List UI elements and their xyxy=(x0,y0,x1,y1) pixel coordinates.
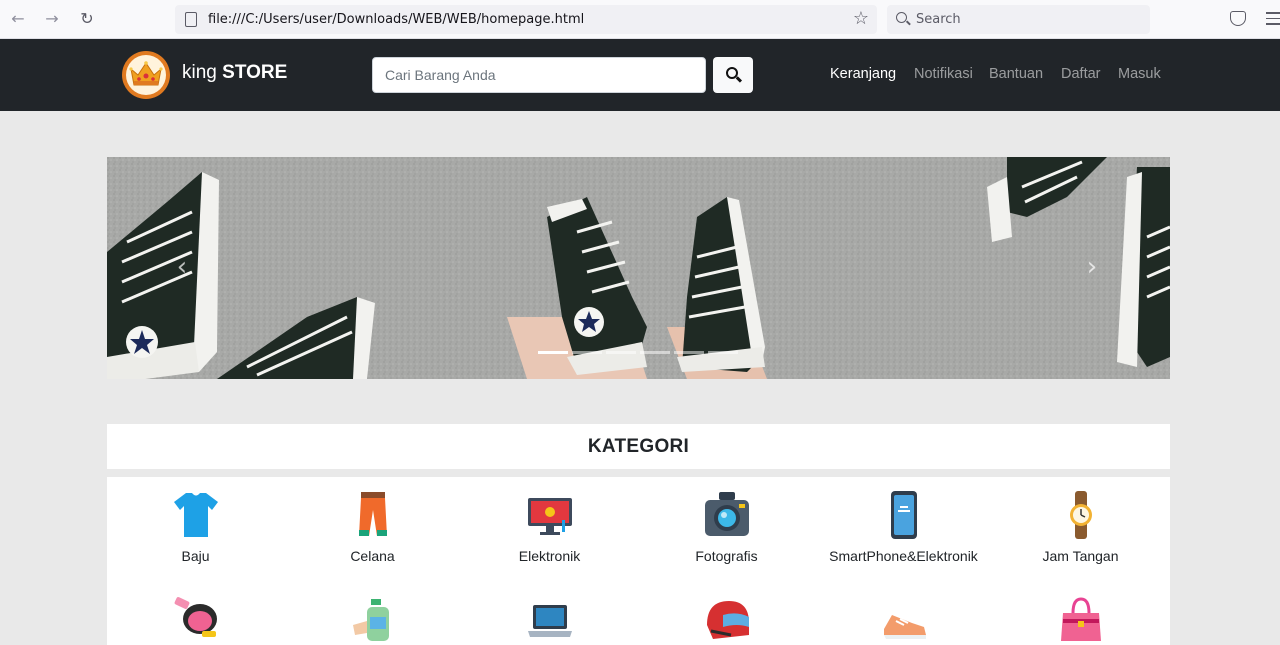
reload-icon[interactable]: ↻ xyxy=(77,9,97,29)
product-search-input[interactable] xyxy=(372,57,706,93)
hand-sanitizer-icon xyxy=(352,599,389,641)
category-tas[interactable] xyxy=(992,595,1169,645)
kategori-grid: Baju Celana Elektronik Fotografis SmartP… xyxy=(107,477,1170,645)
browser-search-placeholder: Search xyxy=(916,12,961,27)
handbag-icon xyxy=(1060,597,1101,641)
carousel-indicator[interactable] xyxy=(606,351,636,354)
bookmark-star-icon[interactable]: ☆ xyxy=(853,8,869,30)
carousel-indicator[interactable] xyxy=(572,351,602,354)
category-celana[interactable]: Celana xyxy=(284,490,461,564)
search-button[interactable] xyxy=(713,57,753,93)
category-komputer[interactable] xyxy=(461,595,638,645)
crown-icon xyxy=(129,61,163,86)
camera-icon xyxy=(704,492,749,536)
wristwatch-icon xyxy=(1069,491,1092,539)
brand-name[interactable]: king STORE xyxy=(182,62,287,84)
category-label: Fotografis xyxy=(695,548,758,564)
category-label: Elektronik xyxy=(518,548,581,564)
carousel-indicator[interactable] xyxy=(538,351,568,354)
category-jam-tangan[interactable]: Jam Tangan xyxy=(992,490,1169,564)
carousel-next-icon[interactable]: › xyxy=(1077,252,1107,282)
search-icon xyxy=(896,12,907,23)
category-label: Celana xyxy=(350,548,395,564)
nav-masuk[interactable]: Masuk xyxy=(1118,66,1161,82)
category-fotografis[interactable]: Fotografis xyxy=(638,490,815,564)
category-label: SmartPhone&Elektronik xyxy=(829,548,978,564)
category-sepatu[interactable] xyxy=(815,595,992,645)
category-baju[interactable]: Baju xyxy=(107,490,284,564)
search-icon xyxy=(726,67,738,79)
category-smartphone[interactable]: SmartPhone&Elektronik xyxy=(815,490,992,564)
address-text: file:///C:/Users/user/Downloads/WEB/WEB/… xyxy=(208,12,585,27)
kategori-title: KATEGORI xyxy=(587,436,690,457)
makeup-compact-icon xyxy=(174,597,217,637)
hamburger-menu-icon[interactable] xyxy=(1266,12,1280,29)
category-kosmetik[interactable] xyxy=(107,595,284,645)
page-icon xyxy=(185,12,197,27)
forward-arrow-icon[interactable]: → xyxy=(42,9,62,29)
category-label: Jam Tangan xyxy=(1042,548,1119,564)
pocket-icon[interactable] xyxy=(1230,11,1246,26)
helmet-icon xyxy=(706,601,749,639)
carousel-indicator[interactable] xyxy=(674,351,704,354)
monitor-icon xyxy=(527,498,572,535)
site-header: king STORE Keranjang Notifikasi Bantuan … xyxy=(0,39,1280,111)
laptop-icon xyxy=(527,605,572,637)
browser-search-bar[interactable]: Search xyxy=(887,5,1150,34)
carousel-prev-icon[interactable]: ‹ xyxy=(167,252,197,282)
carousel-indicators xyxy=(538,351,738,354)
category-label: Baju xyxy=(181,548,210,564)
nav-daftar[interactable]: Daftar xyxy=(1061,66,1101,82)
carousel-indicator[interactable] xyxy=(708,351,738,354)
logo[interactable] xyxy=(122,51,170,99)
browser-toolbar: ← → ↻ file:///C:/Users/user/Downloads/WE… xyxy=(0,0,1280,39)
carousel-indicator[interactable] xyxy=(640,351,670,354)
category-kesehatan[interactable] xyxy=(284,595,461,645)
sneakers-banner-image xyxy=(107,157,1170,379)
smartphone-icon xyxy=(890,491,917,539)
brand-bold: STORE xyxy=(222,62,288,83)
hero-carousel[interactable]: ‹ › xyxy=(107,157,1170,379)
nav-bantuan[interactable]: Bantuan xyxy=(989,66,1043,82)
category-otomotif[interactable] xyxy=(638,595,815,645)
nav-notifikasi[interactable]: Notifikasi xyxy=(914,66,973,82)
nav-keranjang[interactable]: Keranjang xyxy=(830,66,896,82)
back-arrow-icon[interactable]: ← xyxy=(8,9,28,29)
trousers-icon xyxy=(358,492,387,536)
address-bar[interactable]: file:///C:/Users/user/Downloads/WEB/WEB/… xyxy=(175,5,877,34)
sneaker-icon xyxy=(883,615,926,639)
category-elektronik[interactable]: Elektronik xyxy=(461,490,638,564)
brand-light: king xyxy=(182,62,217,83)
kategori-header: KATEGORI xyxy=(107,424,1170,469)
tshirt-icon xyxy=(173,493,218,537)
